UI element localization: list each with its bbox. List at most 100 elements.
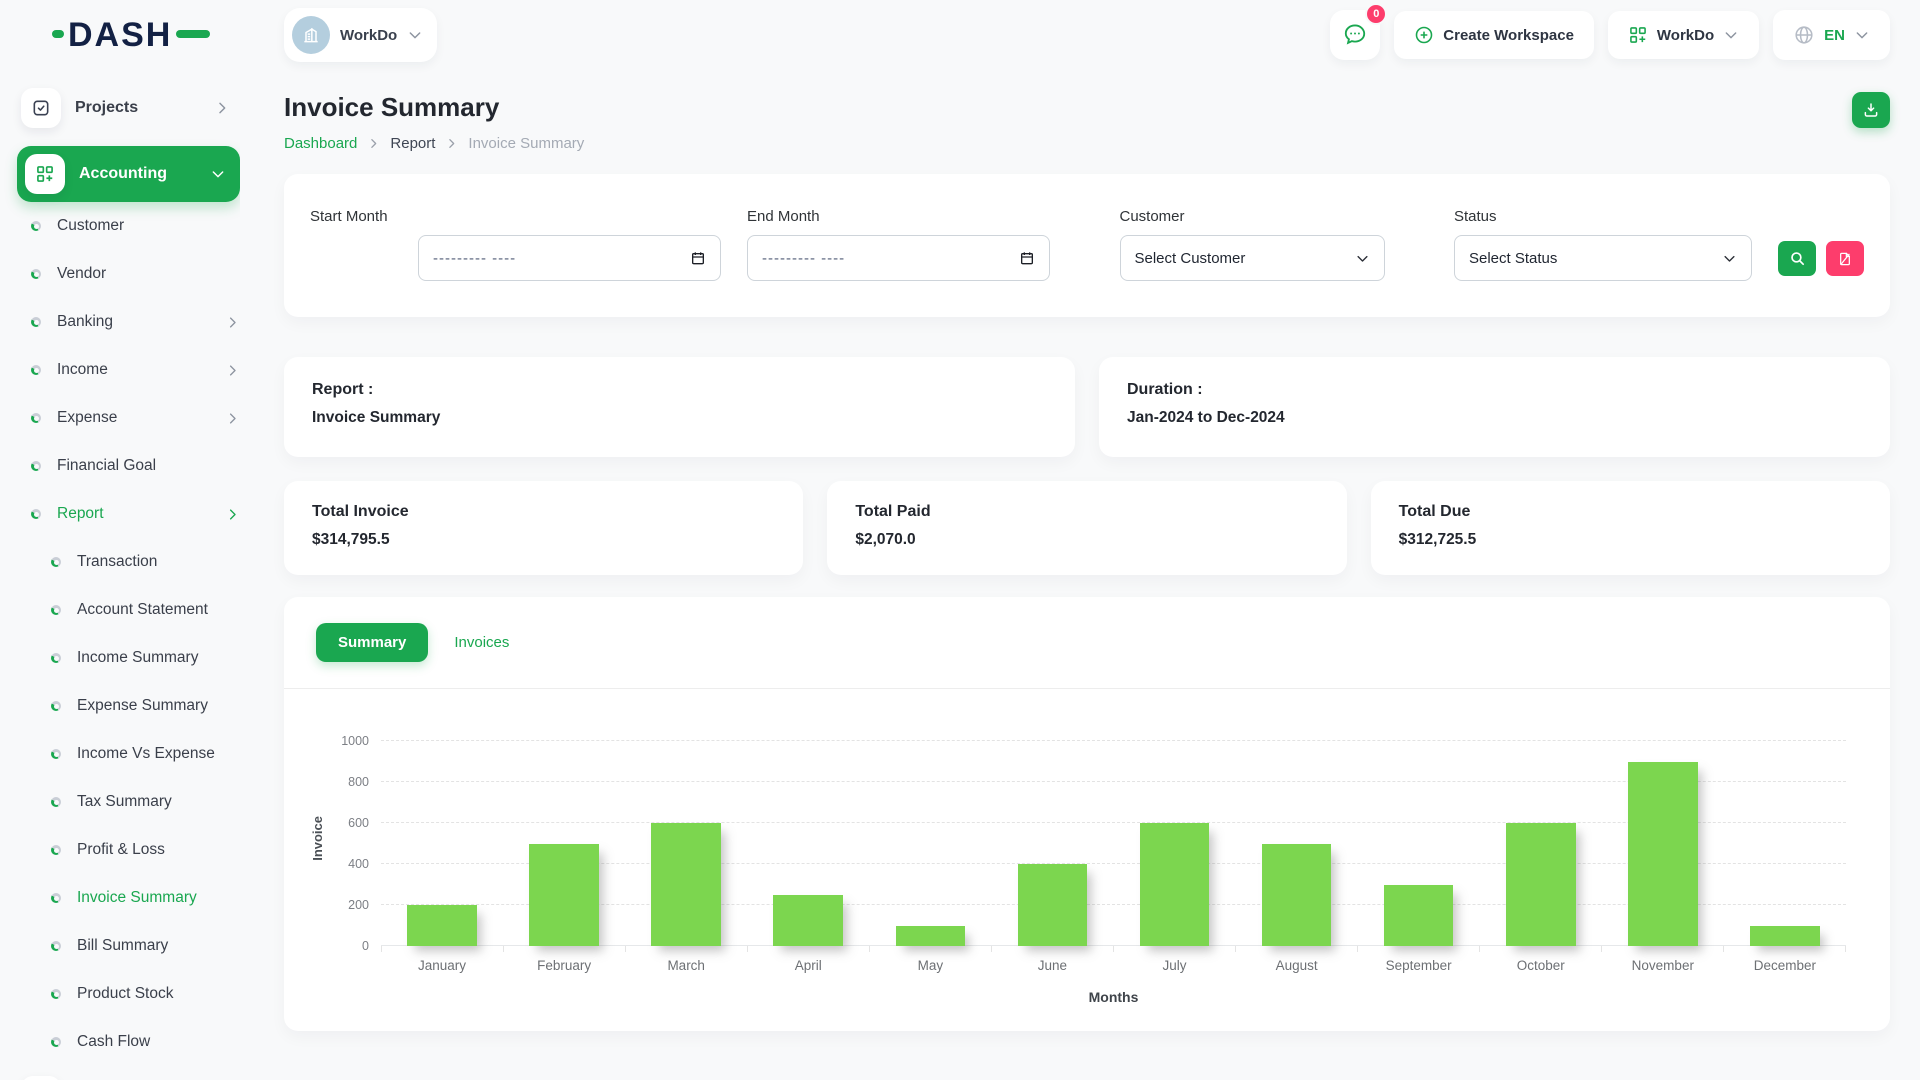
chevron-right-icon bbox=[214, 100, 230, 116]
sidebar-item-product-stock[interactable]: Product Stock bbox=[17, 970, 240, 1018]
chevron-down-icon bbox=[1723, 27, 1739, 43]
sidebar-item-financial-goal[interactable]: Financial Goal bbox=[17, 442, 240, 490]
end-month-input[interactable]: --------- ---- bbox=[747, 235, 1050, 281]
sidebar-item-banking[interactable]: Banking bbox=[17, 298, 240, 346]
bar-slot-november bbox=[1602, 741, 1724, 946]
breadcrumb-dashboard[interactable]: Dashboard bbox=[284, 135, 357, 152]
x-axis-ticks bbox=[381, 946, 1846, 952]
x-axis-title: Months bbox=[381, 989, 1846, 1005]
bar-april[interactable] bbox=[773, 895, 843, 946]
reset-filter-button[interactable] bbox=[1826, 241, 1864, 276]
sidebar-item-income-vs-expense[interactable]: Income Vs Expense bbox=[17, 730, 240, 778]
bullet-icon bbox=[31, 269, 41, 279]
sidebar-item-expense-summary[interactable]: Expense Summary bbox=[17, 682, 240, 730]
sidebar-item-report[interactable]: Report bbox=[17, 490, 240, 538]
bullet-icon bbox=[51, 749, 61, 759]
sidebar-item-invoice-summary[interactable]: Invoice Summary bbox=[17, 874, 240, 922]
sidebar-item-expense[interactable]: Expense bbox=[17, 394, 240, 442]
bar-slot-october bbox=[1480, 741, 1602, 946]
x-axis-labels: JanuaryFebruaryMarchAprilMayJuneJulyAugu… bbox=[381, 958, 1846, 973]
status-label: Status bbox=[1454, 208, 1752, 225]
sidebar-item-vendor[interactable]: Vendor bbox=[17, 250, 240, 298]
x-label-august: August bbox=[1236, 958, 1358, 973]
end-month-value: --------- ---- bbox=[762, 250, 845, 267]
language-button[interactable]: EN bbox=[1773, 10, 1890, 60]
bullet-icon bbox=[51, 653, 61, 663]
end-month-label: End Month bbox=[747, 208, 1050, 225]
tab-invoices[interactable]: Invoices bbox=[454, 634, 509, 651]
x-label-june: June bbox=[991, 958, 1113, 973]
bullet-icon bbox=[51, 605, 61, 615]
bar-december[interactable] bbox=[1750, 926, 1820, 947]
sidebar-item-tax-summary[interactable]: Tax Summary bbox=[17, 778, 240, 826]
bar-september[interactable] bbox=[1384, 885, 1454, 947]
bar-october[interactable] bbox=[1506, 823, 1576, 946]
bullet-icon bbox=[31, 461, 41, 471]
customer-select[interactable]: Select Customer bbox=[1120, 235, 1385, 281]
sidebar: Projects Accounting CustomerVendorBankin… bbox=[0, 70, 240, 1080]
chevron-right-icon bbox=[225, 315, 240, 330]
customer-selected-value: Select Customer bbox=[1135, 250, 1246, 267]
sidebar-item-bill-summary[interactable]: Bill Summary bbox=[17, 922, 240, 970]
workdo-menu-button[interactable]: WorkDo bbox=[1608, 11, 1759, 59]
bar-march[interactable] bbox=[651, 823, 721, 946]
chevron-right-icon bbox=[445, 137, 458, 150]
download-button[interactable] bbox=[1852, 92, 1890, 128]
bar-november[interactable] bbox=[1628, 762, 1698, 947]
bar-february[interactable] bbox=[529, 844, 599, 947]
app-logo[interactable]: DASH bbox=[0, 16, 240, 55]
sidebar-item-projects[interactable]: Projects bbox=[17, 84, 240, 132]
x-label-september: September bbox=[1358, 958, 1480, 973]
sidebar-item-accounting[interactable]: Accounting bbox=[17, 146, 240, 202]
bullet-icon bbox=[31, 413, 41, 423]
sidebar-item-income[interactable]: Income bbox=[17, 346, 240, 394]
language-code: EN bbox=[1824, 27, 1845, 44]
filter-card: Start Month --------- ---- End Month ---… bbox=[284, 174, 1890, 317]
bullet-icon bbox=[51, 893, 61, 903]
bar-may[interactable] bbox=[896, 926, 966, 947]
bar-january[interactable] bbox=[407, 905, 477, 946]
chevron-right-icon bbox=[225, 411, 240, 426]
plot-area: 02004006008001000 bbox=[381, 741, 1846, 946]
totals-row: Total Invoice $314,795.5 Total Paid $2,0… bbox=[284, 481, 1890, 575]
bullet-icon bbox=[51, 845, 61, 855]
sidebar-item-hrm[interactable]: HRM bbox=[17, 1072, 240, 1080]
sidebar-item-account-statement[interactable]: Account Statement bbox=[17, 586, 240, 634]
create-workspace-button[interactable]: Create Workspace bbox=[1394, 11, 1594, 59]
bar-slot-april bbox=[747, 741, 869, 946]
report-submenu: TransactionAccount StatementIncome Summa… bbox=[17, 538, 240, 1066]
bullet-icon bbox=[51, 989, 61, 999]
bar-slot-july bbox=[1113, 741, 1235, 946]
create-workspace-label: Create Workspace bbox=[1443, 27, 1574, 44]
sidebar-item-profit-loss[interactable]: Profit & Loss bbox=[17, 826, 240, 874]
sidebar-item-cash-flow[interactable]: Cash Flow bbox=[17, 1018, 240, 1066]
x-label-may: May bbox=[869, 958, 991, 973]
topbar: DASH WorkDo 0 Create Workspace WorkDo EN bbox=[0, 0, 1920, 70]
workspace-switcher[interactable]: WorkDo bbox=[284, 8, 437, 62]
y-axis-title: Invoice bbox=[310, 816, 325, 861]
start-month-input[interactable]: --------- ---- bbox=[418, 235, 721, 281]
start-month-value: --------- ---- bbox=[433, 250, 516, 267]
bar-july[interactable] bbox=[1140, 823, 1210, 946]
bar-june[interactable] bbox=[1018, 864, 1088, 946]
breadcrumb-report[interactable]: Report bbox=[390, 135, 435, 152]
customer-label: Customer bbox=[1120, 208, 1385, 225]
apply-filter-button[interactable] bbox=[1778, 241, 1816, 276]
bar-slot-march bbox=[625, 741, 747, 946]
tab-summary[interactable]: Summary bbox=[316, 623, 428, 662]
messages-button[interactable]: 0 bbox=[1330, 10, 1380, 60]
bar-slot-february bbox=[503, 741, 625, 946]
y-tick-label: 400 bbox=[348, 857, 369, 871]
sidebar-item-customer[interactable]: Customer bbox=[17, 202, 240, 250]
sidebar-item-transaction[interactable]: Transaction bbox=[17, 538, 240, 586]
chevron-down-icon bbox=[1722, 251, 1737, 266]
workdo-menu-label: WorkDo bbox=[1657, 27, 1714, 44]
y-tick-label: 200 bbox=[348, 898, 369, 912]
sidebar-item-income-summary[interactable]: Income Summary bbox=[17, 634, 240, 682]
bullet-icon bbox=[31, 317, 41, 327]
bullet-icon bbox=[51, 1037, 61, 1047]
status-select[interactable]: Select Status bbox=[1454, 235, 1752, 281]
report-info-row: Report : Invoice Summary Duration : Jan-… bbox=[284, 357, 1890, 457]
x-label-december: December bbox=[1724, 958, 1846, 973]
bar-august[interactable] bbox=[1262, 844, 1332, 947]
